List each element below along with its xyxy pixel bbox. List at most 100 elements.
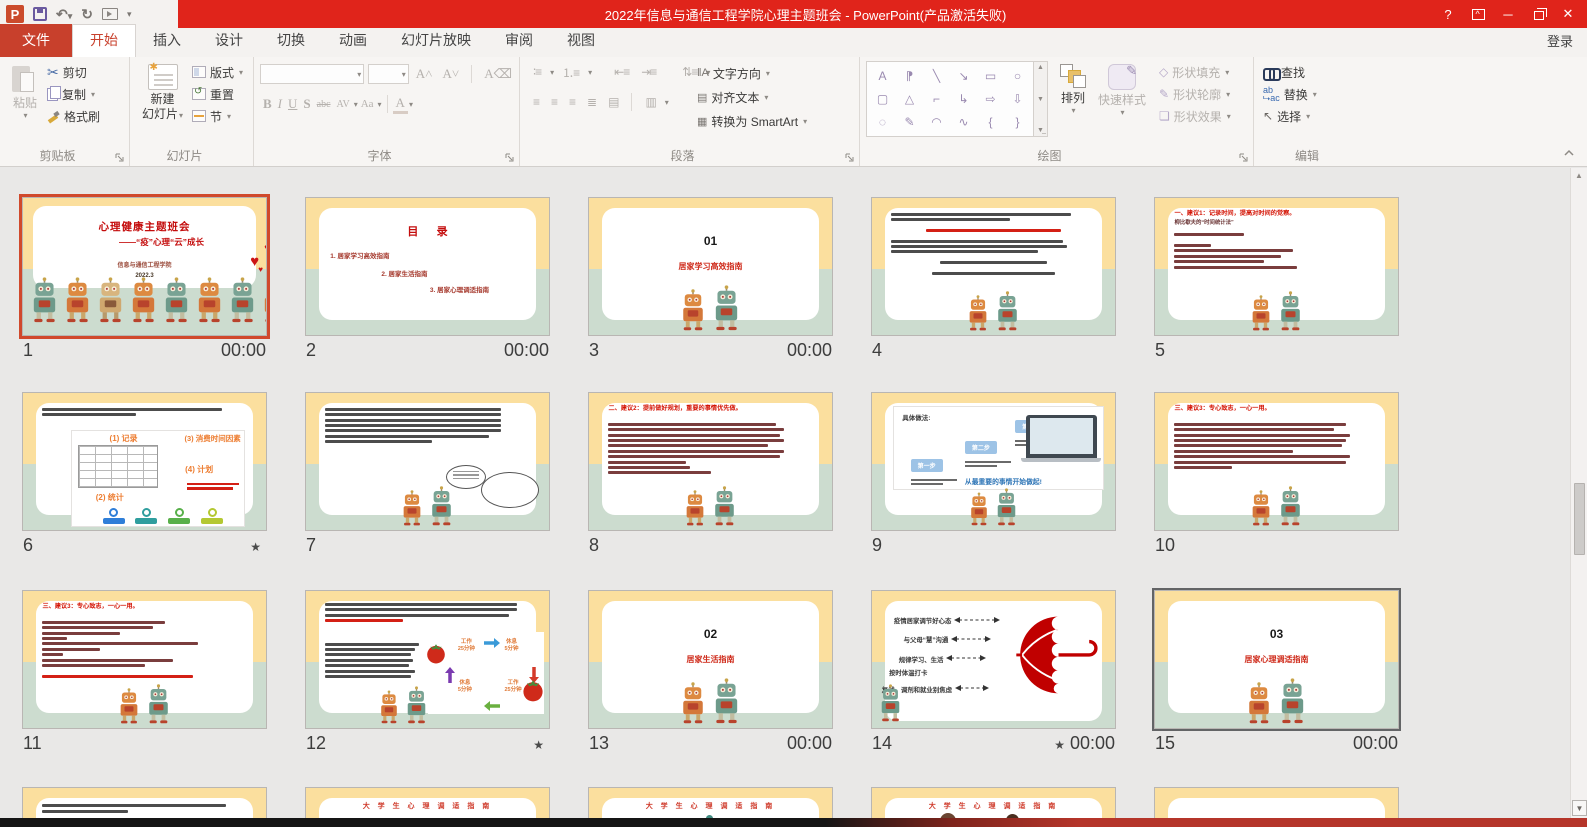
- ribbon-display-options-icon[interactable]: [1463, 0, 1493, 28]
- justify-icon[interactable]: ≣: [583, 95, 600, 109]
- shapes-gallery-scroll[interactable]: ▲ ▼ ▼̲: [1034, 61, 1048, 137]
- bold-icon[interactable]: B: [260, 96, 275, 112]
- shape-glyph-icon-6[interactable]: ▢: [869, 87, 896, 110]
- slide-thumbnail-12[interactable]: 工作25分钟休息5分钟工作25分钟休息5分钟: [305, 590, 550, 729]
- slide-thumbnail-13[interactable]: 02居家生活指南: [588, 590, 833, 729]
- start-slideshow-icon[interactable]: [102, 8, 118, 20]
- paragraph-dialog-launcher-icon[interactable]: [845, 153, 855, 163]
- find-button[interactable]: 查找: [1260, 61, 1370, 83]
- shape-glyph-icon-14[interactable]: ◠: [923, 111, 950, 134]
- shape-glyph-icon-12[interactable]: ◌: [869, 111, 896, 134]
- scroll-up-icon[interactable]: ▲: [1571, 171, 1587, 180]
- clear-formatting-icon[interactable]: A⌫: [481, 66, 515, 82]
- slide-thumbnail-8[interactable]: 二、建议2：提前做好规划，重要的事情优先做。: [588, 392, 833, 531]
- tab-5[interactable]: 动画: [322, 25, 384, 57]
- shrink-font-icon[interactable]: A˅: [440, 66, 463, 82]
- slide-thumbnail-3[interactable]: 01居家学习高效指南: [588, 197, 833, 336]
- minimize-icon[interactable]: ─: [1493, 0, 1523, 28]
- shape-glyph-icon-11[interactable]: ⇩: [1004, 87, 1031, 110]
- shapes-scroll-down-icon[interactable]: ▼: [1037, 96, 1044, 103]
- shape-glyph-icon-2[interactable]: ╲: [923, 64, 950, 87]
- save-icon[interactable]: [33, 7, 47, 21]
- tab-2[interactable]: 插入: [136, 25, 198, 57]
- slide-thumbnail-2[interactable]: 目 录1. 居家学习高效指南2. 居家生活指南3. 居家心理调适指南: [305, 197, 550, 336]
- font-dialog-launcher-icon[interactable]: [505, 153, 515, 163]
- distribute-icon[interactable]: ▤: [604, 95, 622, 109]
- cut-button[interactable]: ✂剪切: [44, 61, 103, 83]
- format-painter-button[interactable]: 格式刷: [44, 105, 103, 127]
- slide-thumbnail-18[interactable]: 大 学 生 心 理 调 适 指 南: [588, 787, 833, 818]
- bullets-icon[interactable]: ∶≡: [529, 65, 545, 79]
- sign-in-link[interactable]: 登录: [1547, 31, 1587, 57]
- shape-glyph-icon-10[interactable]: ⇨: [977, 87, 1004, 110]
- slide-thumbnail-9[interactable]: 具体做法:第一步第二步第三步从最重要的事情开始做起!: [871, 392, 1116, 531]
- tab-4[interactable]: 切换: [260, 25, 322, 57]
- slide-thumbnail-19[interactable]: 大 学 生 心 理 调 适 指 南: [871, 787, 1116, 818]
- shapes-gallery[interactable]: A⁋╲↘▭○▢△⌐↳⇨⇩◌✎◠∿{}: [866, 61, 1034, 137]
- numbering-icon[interactable]: ⒈≡: [558, 64, 583, 81]
- font-name-combobox[interactable]: ▾: [260, 64, 364, 84]
- shape-glyph-icon-3[interactable]: ↘: [950, 64, 977, 87]
- scroll-down-icon[interactable]: ▼: [1572, 800, 1587, 816]
- tab-8[interactable]: 视图: [550, 25, 612, 57]
- copy-button[interactable]: 复制▾: [44, 83, 103, 105]
- strikethrough-icon[interactable]: abc: [314, 99, 334, 110]
- new-slide-button[interactable]: 新建 幻灯片▾: [136, 61, 189, 127]
- decrease-indent-icon[interactable]: ⇤≡: [610, 65, 633, 79]
- tab-1[interactable]: 开始: [72, 24, 136, 57]
- powerpoint-logo-icon[interactable]: P: [6, 5, 24, 23]
- shape-glyph-icon-9[interactable]: ↳: [950, 87, 977, 110]
- font-color-icon[interactable]: A: [393, 95, 408, 114]
- tab-3[interactable]: 设计: [198, 25, 260, 57]
- shape-glyph-icon-1[interactable]: ⁋: [896, 64, 923, 87]
- text-shadow-icon[interactable]: S: [300, 96, 313, 112]
- shape-glyph-icon-8[interactable]: ⌐: [923, 87, 950, 110]
- shape-glyph-icon-17[interactable]: }: [1004, 111, 1031, 134]
- quick-styles-button[interactable]: 快速样式▾: [1092, 61, 1152, 121]
- shape-glyph-icon-7[interactable]: △: [896, 87, 923, 110]
- reset-button[interactable]: 重置: [189, 83, 246, 105]
- slide-sorter[interactable]: 心理健康主题班会——“疫”心理“云”成长信息与通信工程学院2022.3♥♥♥♥1…: [0, 168, 1570, 818]
- text-direction-button[interactable]: ‖A文字方向▾: [694, 61, 810, 85]
- scrollbar-thumb[interactable]: [1574, 483, 1585, 555]
- shapes-scroll-up-icon[interactable]: ▲: [1037, 64, 1044, 71]
- vertical-scrollbar[interactable]: ▲ ▼: [1570, 168, 1587, 818]
- shape-effects-button[interactable]: ❏形状效果▾: [1156, 105, 1234, 127]
- change-case-icon[interactable]: Aa: [358, 98, 377, 110]
- align-center-icon[interactable]: ≡: [547, 95, 561, 109]
- slide-thumbnail-11[interactable]: 三、建议3：专心致志，一心一用。: [22, 590, 267, 729]
- arrange-button[interactable]: 排列▾: [1054, 61, 1092, 119]
- align-left-icon[interactable]: ≡: [529, 95, 543, 109]
- close-icon[interactable]: ✕: [1553, 0, 1583, 28]
- shape-glyph-icon-16[interactable]: {: [977, 111, 1004, 134]
- clipboard-dialog-launcher-icon[interactable]: [115, 153, 125, 163]
- align-right-icon[interactable]: ≡: [565, 95, 579, 109]
- help-icon[interactable]: ?: [1433, 0, 1463, 28]
- slide-thumbnail-17[interactable]: 大 学 生 心 理 调 适 指 南: [305, 787, 550, 818]
- shape-glyph-icon-13[interactable]: ✎: [896, 111, 923, 134]
- undo-icon[interactable]: ↶▾: [56, 6, 72, 23]
- slide-thumbnail-6[interactable]: (1) 记录(3) 消费时间因素(2) 统计(4) 计划: [22, 392, 267, 531]
- slide-thumbnail-7[interactable]: [305, 392, 550, 531]
- redo-icon[interactable]: ↻: [81, 6, 93, 23]
- character-spacing-icon[interactable]: AV: [334, 99, 353, 110]
- tab-7[interactable]: 审阅: [488, 25, 550, 57]
- select-button[interactable]: ↖选择▾: [1260, 105, 1370, 127]
- grow-font-icon[interactable]: A˄: [413, 66, 436, 82]
- slide-thumbnail-15[interactable]: 03居家心理调适指南: [1154, 590, 1399, 729]
- shape-glyph-icon-0[interactable]: A: [869, 64, 896, 87]
- italic-icon[interactable]: I: [275, 96, 285, 112]
- drawing-dialog-launcher-icon[interactable]: [1239, 153, 1249, 163]
- paste-button[interactable]: 粘贴▾: [6, 61, 44, 127]
- font-size-combobox[interactable]: ▾: [368, 64, 409, 84]
- restore-icon[interactable]: [1523, 0, 1553, 28]
- shape-outline-button[interactable]: ✎形状轮廓▾: [1156, 83, 1234, 105]
- shape-glyph-icon-5[interactable]: ○: [1004, 64, 1031, 87]
- shape-glyph-icon-15[interactable]: ∿: [950, 111, 977, 134]
- slide-thumbnail-1[interactable]: 心理健康主题班会——“疫”心理“云”成长信息与通信工程学院2022.3♥♥♥♥: [22, 197, 267, 336]
- slide-thumbnail-5[interactable]: 一、建议1：记录时间，提高对时间的觉察。柳比歇夫的“时间统计法”: [1154, 197, 1399, 336]
- shapes-more-icon[interactable]: ▼̲: [1037, 127, 1044, 134]
- collapse-ribbon-icon[interactable]: [1563, 144, 1575, 162]
- slide-thumbnail-10[interactable]: 三、建议3：专心致志，一心一用。: [1154, 392, 1399, 531]
- slide-thumbnail-4[interactable]: [871, 197, 1116, 336]
